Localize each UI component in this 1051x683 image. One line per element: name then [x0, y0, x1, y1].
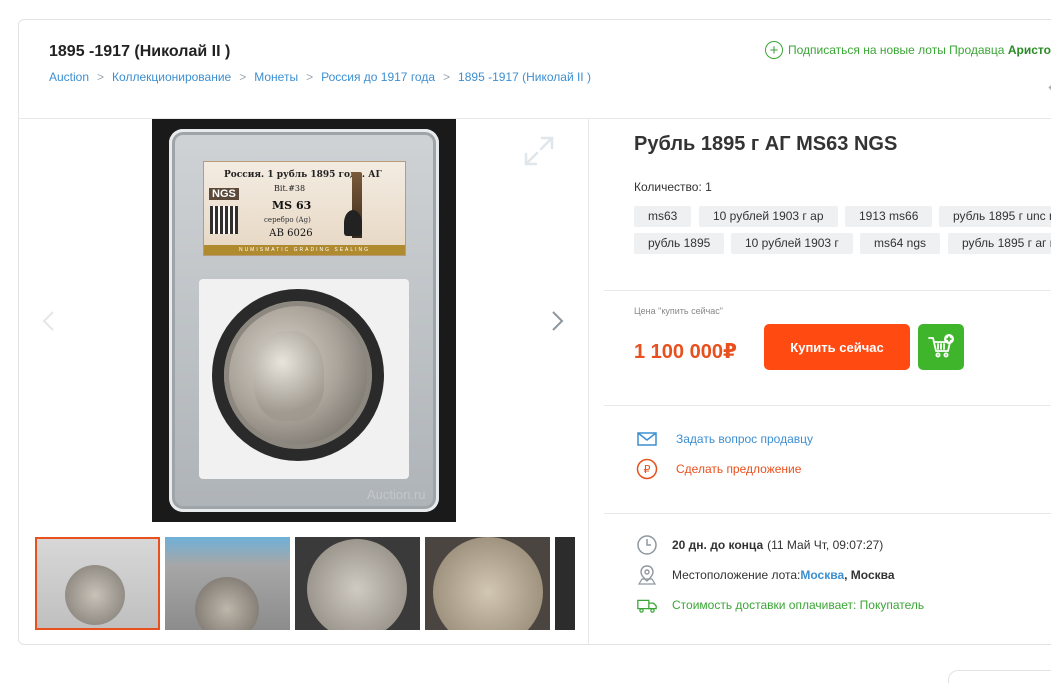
lot-header: 1895 -1917 (Николай II ) Auction > Коллекц… [19, 20, 1051, 119]
breadcrumb-item-auction[interactable]: Auction [49, 70, 89, 84]
ask-seller-link[interactable]: Задать вопрос продавцу [636, 428, 813, 450]
prev-photo-icon[interactable] [39, 309, 59, 333]
divider [604, 405, 1051, 406]
end-date: (11 Май Чт, 09:07:27) [767, 538, 884, 552]
breadcrumb-item-russia[interactable]: Россия до 1917 года [321, 70, 435, 84]
delivery-truck-icon [636, 594, 658, 616]
qr-code-icon [210, 206, 238, 234]
thumbnail-4[interactable] [425, 537, 550, 630]
figure-emblem-icon [344, 210, 362, 236]
map-pin-icon [636, 564, 658, 586]
slab-label-strip: NUMISMATIC GRADING SEALING [204, 245, 405, 255]
lot-title: Рубль 1895 г АГ MS63 NGS [634, 133, 898, 155]
shipping-info: Стоимость доставки оплачивает: Покупател… [636, 594, 924, 616]
price-label: Цена "купить сейчас" [634, 306, 724, 316]
thumbnail-2[interactable] [165, 537, 290, 630]
page-title: 1895 -1917 (Николай II ) [49, 43, 231, 60]
ruble-circle-icon: ₽ [636, 458, 658, 480]
breadcrumb-separator: > [443, 70, 451, 84]
buy-now-button[interactable]: Купить сейчас [764, 324, 910, 370]
thumbnail-1[interactable] [35, 537, 160, 630]
lot-location: Местоположение лота: Москва, Москва [636, 564, 895, 586]
expand-icon[interactable] [522, 134, 556, 168]
slab-label-metal: серебро (Ag) [264, 216, 311, 224]
photo-gallery: Россия. 1 рубль 1895 года. АГ Bit.#38 NG… [19, 119, 589, 644]
ask-seller-label: Задать вопрос продавцу [676, 432, 814, 446]
breadcrumb-separator: > [97, 70, 105, 84]
time-left: 20 дн. до конца [672, 538, 764, 552]
svg-text:₽: ₽ [644, 463, 651, 476]
seller-name[interactable]: Аристо [1008, 43, 1051, 57]
tag-item[interactable]: ms63 [634, 206, 692, 227]
watermark: Auction.ru [367, 487, 426, 502]
make-offer-label: Сделать предложение [676, 462, 802, 476]
main-photo[interactable]: Россия. 1 рубль 1895 года. АГ Bit.#38 NG… [152, 119, 456, 522]
coin-image [224, 301, 372, 449]
lot-info-panel: Рубль 1895 г АГ MS63 NGS Количество: 1 m… [589, 119, 1051, 644]
slab-label-cert: АВ 6026 [269, 228, 313, 239]
make-offer-link[interactable]: ₽ Сделать предложение [636, 458, 801, 480]
tag-item[interactable]: рубль 1895 г unc n [939, 206, 1051, 227]
tag-item[interactable]: 10 рублей 1903 г [731, 233, 853, 254]
thumbnail-strip [35, 537, 575, 631]
subscribe-text: Подписаться на новые лоты Продавца [788, 43, 1005, 57]
slab-label-ref: Bit.#38 [274, 184, 306, 193]
thumbnail-3[interactable] [295, 537, 420, 630]
cart-plus-icon [928, 334, 954, 358]
slab-label-grade: MS 63 [272, 199, 312, 212]
tag-item[interactable]: 10 рублей 1903 г ар [699, 206, 838, 227]
location-label: Местоположение лота: [672, 568, 801, 582]
breadcrumb-separator: > [306, 70, 314, 84]
tag-item[interactable]: рубль 1895 г аг n [948, 233, 1051, 254]
next-card-edge [948, 670, 1051, 683]
time-remaining: 20 дн. до конца (11 Май Чт, 09:07:27) [636, 534, 883, 556]
ngs-logo: NGS [209, 188, 239, 200]
plus-circle-icon: + [765, 41, 783, 59]
tag-item[interactable]: ms64 ngs [860, 233, 941, 254]
envelope-icon [636, 428, 658, 450]
divider [604, 290, 1051, 291]
location-city-link[interactable]: Москва [800, 568, 844, 582]
add-to-cart-button[interactable] [918, 324, 964, 370]
breadcrumb: Auction > Коллекционирование > Монеты > Россия… [49, 70, 591, 84]
next-photo-icon[interactable] [547, 309, 567, 333]
breadcrumb-item-coins[interactable]: Монеты [254, 70, 298, 84]
clock-icon [636, 534, 658, 556]
tag-item[interactable]: 1913 ms66 [845, 206, 933, 227]
tag-item[interactable]: рубль 1895 [634, 233, 725, 254]
subscribe-seller-link[interactable]: + Подписаться на новые лоты Продавца Ари… [765, 41, 1051, 59]
divider [604, 513, 1051, 514]
breadcrumb-item-collecting[interactable]: Коллекционирование [112, 70, 231, 84]
price-value: 1 100 000₽ [634, 341, 737, 363]
breadcrumb-item-nicholas[interactable]: 1895 -1917 (Николай II ) [458, 70, 591, 84]
coin-portrait [254, 331, 324, 421]
location-city: , Москва [844, 568, 895, 582]
shipping-label: Стоимость доставки оплачивает: Покупател… [672, 598, 925, 612]
thumbnail-5[interactable] [555, 537, 575, 630]
quantity-label: Количество: 1 [634, 180, 712, 194]
lot-card: 1895 -1917 (Николай II ) Auction > Коллекц… [18, 19, 1051, 645]
slab-label: Россия. 1 рубль 1895 года. АГ Bit.#38 NG… [203, 161, 406, 256]
breadcrumb-separator: > [239, 70, 247, 84]
